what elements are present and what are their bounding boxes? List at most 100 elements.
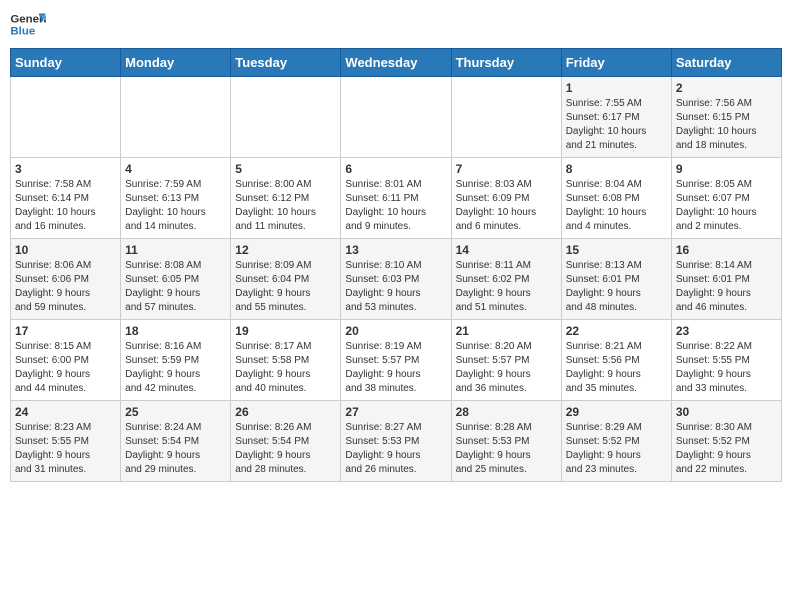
calendar-cell: 11Sunrise: 8:08 AM Sunset: 6:05 PM Dayli… bbox=[121, 239, 231, 320]
day-info: Sunrise: 8:23 AM Sunset: 5:55 PM Dayligh… bbox=[15, 421, 116, 477]
day-info: Sunrise: 8:22 AM Sunset: 5:55 PM Dayligh… bbox=[676, 340, 777, 396]
calendar-cell: 8Sunrise: 8:04 AM Sunset: 6:08 PM Daylig… bbox=[561, 158, 671, 239]
day-info: Sunrise: 8:04 AM Sunset: 6:08 PM Dayligh… bbox=[566, 178, 667, 234]
calendar-cell: 15 Sunrise: 8:13 AM Sunset: 6:01 PM Dayli… bbox=[561, 239, 671, 320]
calendar-cell: 12Sunrise: 8:09 AM Sunset: 6:04 PM Dayli… bbox=[231, 239, 341, 320]
day-info: Sunrise: 8:05 AM Sunset: 6:07 PM Dayligh… bbox=[676, 178, 777, 234]
day-info: Sunrise: 8:03 AM Sunset: 6:09 PM Dayligh… bbox=[456, 178, 557, 234]
calendar-cell: 13 Sunrise: 8:10 AM Sunset: 6:03 PM Dayli… bbox=[341, 239, 451, 320]
day-number: 12 bbox=[235, 243, 336, 257]
calendar-cell: 16Sunrise: 8:14 AM Sunset: 6:01 PM Dayli… bbox=[671, 239, 781, 320]
logo: General Blue bbox=[10, 10, 46, 40]
header-day-monday: Monday bbox=[121, 49, 231, 77]
day-number: 26 bbox=[235, 405, 336, 419]
day-number: 27 bbox=[345, 405, 446, 419]
calendar-cell bbox=[451, 77, 561, 158]
day-info: Sunrise: 7:55 AM Sunset: 6:17 PM Dayligh… bbox=[566, 97, 667, 153]
svg-text:Blue: Blue bbox=[10, 26, 35, 38]
calendar-cell: 10 Sunrise: 8:06 AM Sunset: 6:06 PM Dayli… bbox=[11, 239, 121, 320]
header-day-saturday: Saturday bbox=[671, 49, 781, 77]
calendar-cell: 6 Sunrise: 8:01 AM Sunset: 6:11 PM Daylig… bbox=[341, 158, 451, 239]
day-number: 6 bbox=[345, 162, 446, 176]
calendar-cell: 19 Sunrise: 8:17 AM Sunset: 5:58 PM Dayli… bbox=[231, 320, 341, 401]
header-day-wednesday: Wednesday bbox=[341, 49, 451, 77]
calendar-cell: 27 Sunrise: 8:27 AM Sunset: 5:53 PM Dayli… bbox=[341, 401, 451, 482]
calendar-cell: 30Sunrise: 8:30 AM Sunset: 5:52 PM Dayli… bbox=[671, 401, 781, 482]
day-info: Sunrise: 7:58 AM Sunset: 6:14 PM Dayligh… bbox=[15, 178, 116, 234]
week-row-1: 1Sunrise: 7:55 AM Sunset: 6:17 PM Daylig… bbox=[11, 77, 782, 158]
day-number: 28 bbox=[456, 405, 557, 419]
day-info: Sunrise: 8:20 AM Sunset: 5:57 PM Dayligh… bbox=[456, 340, 557, 396]
day-info: Sunrise: 8:27 AM Sunset: 5:53 PM Dayligh… bbox=[345, 421, 446, 477]
day-info: Sunrise: 8:26 AM Sunset: 5:54 PM Dayligh… bbox=[235, 421, 336, 477]
day-number: 10 bbox=[15, 243, 116, 257]
day-number: 16 bbox=[676, 243, 777, 257]
day-info: Sunrise: 7:59 AM Sunset: 6:13 PM Dayligh… bbox=[125, 178, 226, 234]
day-number: 18 bbox=[125, 324, 226, 338]
day-number: 19 bbox=[235, 324, 336, 338]
day-info: Sunrise: 8:11 AM Sunset: 6:02 PM Dayligh… bbox=[456, 259, 557, 315]
day-number: 3 bbox=[15, 162, 116, 176]
calendar-cell: 14 Sunrise: 8:11 AM Sunset: 6:02 PM Dayli… bbox=[451, 239, 561, 320]
day-number: 4 bbox=[125, 162, 226, 176]
day-info: Sunrise: 8:30 AM Sunset: 5:52 PM Dayligh… bbox=[676, 421, 777, 477]
header-day-thursday: Thursday bbox=[451, 49, 561, 77]
calendar-cell bbox=[341, 77, 451, 158]
calendar-cell: 17 Sunrise: 8:15 AM Sunset: 6:00 PM Dayli… bbox=[11, 320, 121, 401]
day-number: 25 bbox=[125, 405, 226, 419]
day-info: Sunrise: 8:29 AM Sunset: 5:52 PM Dayligh… bbox=[566, 421, 667, 477]
calendar-cell: 4 Sunrise: 7:59 AM Sunset: 6:13 PM Daylig… bbox=[121, 158, 231, 239]
day-number: 5 bbox=[235, 162, 336, 176]
calendar-cell: 23 Sunrise: 8:22 AM Sunset: 5:55 PM Dayli… bbox=[671, 320, 781, 401]
calendar-cell: 26 Sunrise: 8:26 AM Sunset: 5:54 PM Dayli… bbox=[231, 401, 341, 482]
header-day-tuesday: Tuesday bbox=[231, 49, 341, 77]
day-number: 7 bbox=[456, 162, 557, 176]
day-info: Sunrise: 8:15 AM Sunset: 6:00 PM Dayligh… bbox=[15, 340, 116, 396]
day-info: Sunrise: 8:10 AM Sunset: 6:03 PM Dayligh… bbox=[345, 259, 446, 315]
day-number: 23 bbox=[676, 324, 777, 338]
week-row-5: 24 Sunrise: 8:23 AM Sunset: 5:55 PM Dayli… bbox=[11, 401, 782, 482]
calendar-cell bbox=[231, 77, 341, 158]
header: General Blue bbox=[10, 10, 782, 40]
day-info: Sunrise: 8:19 AM Sunset: 5:57 PM Dayligh… bbox=[345, 340, 446, 396]
day-number: 2 bbox=[676, 81, 777, 95]
day-number: 22 bbox=[566, 324, 667, 338]
week-row-3: 10 Sunrise: 8:06 AM Sunset: 6:06 PM Dayli… bbox=[11, 239, 782, 320]
day-info: Sunrise: 8:17 AM Sunset: 5:58 PM Dayligh… bbox=[235, 340, 336, 396]
calendar-cell: 7 Sunrise: 8:03 AM Sunset: 6:09 PM Daylig… bbox=[451, 158, 561, 239]
day-info: Sunrise: 8:01 AM Sunset: 6:11 PM Dayligh… bbox=[345, 178, 446, 234]
calendar-cell bbox=[11, 77, 121, 158]
calendar-cell: 20 Sunrise: 8:19 AM Sunset: 5:57 PM Dayli… bbox=[341, 320, 451, 401]
calendar-cell: 22 Sunrise: 8:21 AM Sunset: 5:56 PM Dayli… bbox=[561, 320, 671, 401]
calendar-cell: 18 Sunrise: 8:16 AM Sunset: 5:59 PM Dayli… bbox=[121, 320, 231, 401]
day-info: Sunrise: 8:21 AM Sunset: 5:56 PM Dayligh… bbox=[566, 340, 667, 396]
calendar-cell: 29 Sunrise: 8:29 AM Sunset: 5:52 PM Dayli… bbox=[561, 401, 671, 482]
day-number: 17 bbox=[15, 324, 116, 338]
day-info: Sunrise: 8:24 AM Sunset: 5:54 PM Dayligh… bbox=[125, 421, 226, 477]
day-number: 24 bbox=[15, 405, 116, 419]
day-number: 29 bbox=[566, 405, 667, 419]
day-number: 15 bbox=[566, 243, 667, 257]
calendar-cell bbox=[121, 77, 231, 158]
calendar-header-row: SundayMondayTuesdayWednesdayThursdayFrid… bbox=[11, 49, 782, 77]
header-day-sunday: Sunday bbox=[11, 49, 121, 77]
week-row-2: 3 Sunrise: 7:58 AM Sunset: 6:14 PM Daylig… bbox=[11, 158, 782, 239]
day-number: 21 bbox=[456, 324, 557, 338]
day-number: 11 bbox=[125, 243, 226, 257]
day-info: Sunrise: 7:56 AM Sunset: 6:15 PM Dayligh… bbox=[676, 97, 777, 153]
calendar-cell: 3 Sunrise: 7:58 AM Sunset: 6:14 PM Daylig… bbox=[11, 158, 121, 239]
day-number: 20 bbox=[345, 324, 446, 338]
calendar-cell: 25 Sunrise: 8:24 AM Sunset: 5:54 PM Dayli… bbox=[121, 401, 231, 482]
day-info: Sunrise: 8:00 AM Sunset: 6:12 PM Dayligh… bbox=[235, 178, 336, 234]
calendar-cell: 2 Sunrise: 7:56 AM Sunset: 6:15 PM Daylig… bbox=[671, 77, 781, 158]
header-day-friday: Friday bbox=[561, 49, 671, 77]
day-info: Sunrise: 8:16 AM Sunset: 5:59 PM Dayligh… bbox=[125, 340, 226, 396]
day-info: Sunrise: 8:06 AM Sunset: 6:06 PM Dayligh… bbox=[15, 259, 116, 315]
day-info: Sunrise: 8:13 AM Sunset: 6:01 PM Dayligh… bbox=[566, 259, 667, 315]
calendar-table: SundayMondayTuesdayWednesdayThursdayFrid… bbox=[10, 48, 782, 482]
week-row-4: 17 Sunrise: 8:15 AM Sunset: 6:00 PM Dayli… bbox=[11, 320, 782, 401]
day-number: 14 bbox=[456, 243, 557, 257]
calendar-cell: 24 Sunrise: 8:23 AM Sunset: 5:55 PM Dayli… bbox=[11, 401, 121, 482]
calendar-cell: 9Sunrise: 8:05 AM Sunset: 6:07 PM Daylig… bbox=[671, 158, 781, 239]
day-number: 13 bbox=[345, 243, 446, 257]
